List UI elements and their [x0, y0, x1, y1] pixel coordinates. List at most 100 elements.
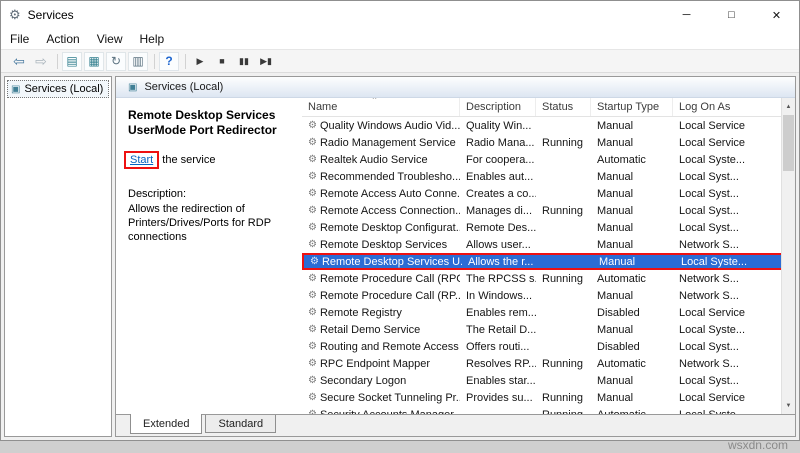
- cell-name: ⚙ Remote Access Connection...: [308, 204, 460, 217]
- cell-startup: Disabled: [597, 340, 640, 353]
- cell-logon: Local Syste...: [681, 255, 748, 268]
- window-title: Services: [27, 8, 74, 22]
- cell-status: [536, 372, 591, 389]
- help-icon[interactable]: ?: [159, 51, 179, 71]
- cell-startup: Manual: [597, 391, 634, 404]
- table-row[interactable]: ⚙ Remote Desktop Configurat... Remote Des.…: [302, 219, 795, 236]
- toolbar: ⇦ ⇨ ▤ ▦ ↻ ▥? ▶ ■ ▮▮ ▶▮: [1, 49, 799, 73]
- service-gear-icon: ⚙: [308, 392, 317, 403]
- main-area: ▣ Services (Local) ▣ Services (Local) Re…: [1, 73, 799, 440]
- description-label: Description:: [128, 188, 187, 200]
- cell-status: [536, 219, 591, 236]
- cell-description: Enables star...: [466, 374, 536, 387]
- console-tree-pane: ▣ Services (Local): [4, 76, 112, 437]
- scroll-up-icon[interactable]: ▲: [782, 99, 795, 114]
- show-console-tree-icon[interactable]: ▤: [62, 51, 82, 71]
- back-icon[interactable]: ⇦: [9, 52, 29, 71]
- cell-startup: Manual: [597, 119, 634, 132]
- menu-item-file[interactable]: File: [10, 32, 29, 46]
- cell-startup: Automatic: [597, 272, 646, 285]
- cell-logon: Local Syste...: [673, 406, 795, 415]
- table-row[interactable]: ⚙ Secondary Logon Enables star... Manual Loc…: [302, 372, 795, 389]
- cell-name: ⚙ Secondary Logon: [308, 374, 407, 387]
- forward-icon[interactable]: ⇨: [31, 52, 51, 71]
- cell-startup: Manual: [597, 289, 634, 302]
- cell-startup: Automatic: [591, 406, 673, 415]
- close-button[interactable]: ✕: [754, 1, 799, 29]
- stop-service-icon[interactable]: ■: [212, 52, 232, 71]
- tab-standard[interactable]: Standard: [205, 415, 277, 433]
- start-service-suffix: the service: [159, 154, 216, 166]
- table-row[interactable]: ⚙ Remote Registry Enables rem... Disabled Lo…: [302, 304, 795, 321]
- table-row[interactable]: ⚙ Realtek Audio Service For coopera... Auto…: [302, 151, 795, 168]
- service-gear-icon: ⚙: [308, 188, 317, 199]
- service-gear-icon: ⚙: [308, 239, 317, 250]
- menu-item-help[interactable]: Help: [140, 32, 165, 46]
- properties-icon[interactable]: ▦: [84, 51, 104, 71]
- start-service-link[interactable]: Start: [124, 151, 160, 169]
- table-row[interactable]: ⚙ Remote Procedure Call (RPC) The RPCSS s.…: [302, 270, 795, 287]
- refresh-icon[interactable]: ↻: [106, 51, 126, 71]
- tree-item-label: Services (Local): [24, 83, 104, 95]
- list-header: Name ^ Description Status Startup Type Log On…: [302, 98, 795, 117]
- restart-service-icon[interactable]: ▶▮: [256, 52, 276, 71]
- table-row[interactable]: ⚙ Remote Desktop Services Allows user... Ma…: [302, 236, 795, 253]
- table-row[interactable]: ⚙ Radio Management Service Radio Mana... Ru…: [302, 134, 795, 151]
- cell-name: ⚙ Quality Windows Audio Vid...: [308, 119, 460, 132]
- export-list-icon[interactable]: ▥: [128, 51, 148, 71]
- column-header-description[interactable]: Description: [460, 98, 536, 116]
- cell-logon: Network S...: [679, 272, 739, 285]
- title-bar: ⚙ Services ─ □ ✕: [1, 1, 799, 29]
- cell-description: Quality Win...: [466, 119, 532, 132]
- maximize-button[interactable]: □: [709, 1, 754, 29]
- description-text: Allows the redirection of Printers/Drive…: [128, 203, 271, 243]
- cell-name: ⚙ RPC Endpoint Mapper: [308, 357, 431, 370]
- table-row[interactable]: ⚙ Recommended Troublesho... Enables aut...…: [302, 168, 795, 185]
- menu-item-view[interactable]: View: [97, 32, 123, 46]
- service-detail-panel: Remote Desktop Services UserMode Port Re…: [116, 98, 302, 414]
- table-row[interactable]: ⚙ Remote Procedure Call (RP... In Windows.…: [302, 287, 795, 304]
- table-row[interactable]: ⚙ Remote Access Connection... Manages di..…: [302, 202, 795, 219]
- scrollbar-thumb[interactable]: [783, 115, 794, 171]
- cell-startup: Manual: [597, 187, 634, 200]
- cell-description: Remote Des...: [466, 221, 536, 234]
- start-service-icon[interactable]: ▶: [190, 52, 210, 71]
- table-row[interactable]: ⚙ Secure Socket Tunneling Pr... Provides s…: [302, 389, 795, 406]
- cell-description: For coopera...: [466, 153, 535, 166]
- console-icon: ▣: [128, 81, 138, 93]
- service-gear-icon: ⚙: [308, 307, 317, 318]
- table-row-selected[interactable]: ⚙ Remote Desktop Services U... Allows the …: [302, 253, 795, 270]
- tree-item-services-local[interactable]: ▣ Services (Local): [7, 80, 109, 98]
- table-row[interactable]: ⚙ Routing and Remote Access Offers routi..…: [302, 338, 795, 355]
- tab-extended[interactable]: Extended: [130, 414, 203, 434]
- scroll-down-icon[interactable]: ▼: [782, 398, 795, 413]
- column-header-log-on-as[interactable]: Log On As: [673, 98, 795, 116]
- table-row[interactable]: ⚙ Quality Windows Audio Vid... Quality Win…: [302, 117, 795, 134]
- cell-description: The Retail D...: [466, 323, 536, 336]
- column-header-status[interactable]: Status: [536, 98, 591, 116]
- cell-status: Running: [542, 357, 583, 370]
- services-window: ⚙ Services ─ □ ✕ File Action View Help ⇦ ⇨ ▤ ▦…: [0, 0, 800, 441]
- table-row[interactable]: ⚙ RPC Endpoint Mapper Resolves RP... Runnin…: [302, 355, 795, 372]
- pause-service-icon[interactable]: ▮▮: [234, 52, 254, 71]
- service-rows: ⚙ Quality Windows Audio Vid... Quality Win…: [302, 117, 795, 414]
- cell-logon: Local Service: [679, 391, 746, 404]
- cell-startup: Automatic: [597, 153, 646, 166]
- minimize-button[interactable]: ─: [664, 1, 709, 29]
- service-gear-icon: ⚙: [308, 120, 317, 131]
- table-row[interactable]: ⚙ Retail Demo Service The Retail D... Manua…: [302, 321, 795, 338]
- column-header-name[interactable]: Name ^: [302, 98, 460, 116]
- cell-logon: Network S...: [679, 289, 739, 302]
- column-header-startup-type[interactable]: Startup Type: [591, 98, 673, 116]
- service-gear-icon: ⚙: [308, 154, 317, 165]
- window-controls: ─ □ ✕: [664, 1, 799, 29]
- services-list: Name ^ Description Status Startup Type Log On…: [302, 98, 795, 414]
- cell-status: Running: [542, 272, 583, 285]
- vertical-scrollbar[interactable]: ▲ ▼: [781, 98, 795, 414]
- console-icon: ▣: [11, 83, 21, 95]
- table-row[interactable]: ⚙Security Accounts Manager RunningAutomat…: [302, 406, 795, 415]
- menu-item-action[interactable]: Action: [46, 32, 79, 46]
- cell-logon: Local Service: [679, 306, 746, 319]
- pane-header: ▣ Services (Local): [116, 77, 795, 98]
- table-row[interactable]: ⚙ Remote Access Auto Conne... Creates a co…: [302, 185, 795, 202]
